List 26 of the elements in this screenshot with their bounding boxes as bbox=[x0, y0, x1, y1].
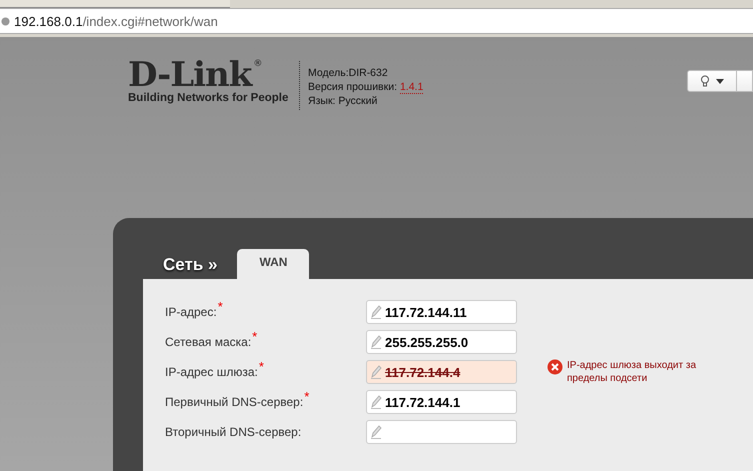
pencil-icon bbox=[370, 425, 382, 439]
pencil-icon bbox=[370, 335, 382, 349]
input-field[interactable]: 117.72.144.1 bbox=[366, 390, 517, 414]
language-text: Язык: Русский bbox=[308, 94, 378, 108]
field-label: Вторичный DNS-сервер: bbox=[165, 425, 302, 439]
error-icon bbox=[547, 359, 563, 375]
hint-menu-button[interactable] bbox=[687, 70, 737, 92]
toolbar-button[interactable] bbox=[737, 70, 753, 92]
input-field[interactable]: 117.72.144.11 bbox=[366, 300, 517, 324]
input-field[interactable]: 255.255.255.0 bbox=[366, 330, 517, 354]
wan-tab[interactable]: WAN bbox=[237, 249, 310, 279]
pencil-icon bbox=[370, 395, 382, 409]
lightbulb-icon bbox=[700, 74, 710, 88]
pencil-icon bbox=[370, 365, 382, 379]
caret-icon bbox=[716, 78, 724, 84]
url-text: 192.168.0.1/index.cgi#network/wan bbox=[14, 14, 218, 28]
logo: D-Link$^{®}$ Building Networks for People bbox=[128, 59, 286, 104]
input-field[interactable]: 117.72.144.4 bbox=[366, 360, 517, 384]
pencil-icon bbox=[370, 305, 382, 319]
input-field[interactable] bbox=[366, 420, 517, 444]
breadcrumb: Сеть » bbox=[162, 255, 218, 276]
globe-icon bbox=[1, 16, 10, 26]
model-text: Модель:DIR-632 bbox=[308, 66, 389, 80]
error-message: IP-адрес шлюза выходит за пределы подсети bbox=[567, 359, 698, 385]
address-bar[interactable]: 192.168.0.1/index.cgi#network/wan bbox=[0, 8, 753, 34]
firmware-label: Версия прошивки: bbox=[308, 81, 398, 93]
